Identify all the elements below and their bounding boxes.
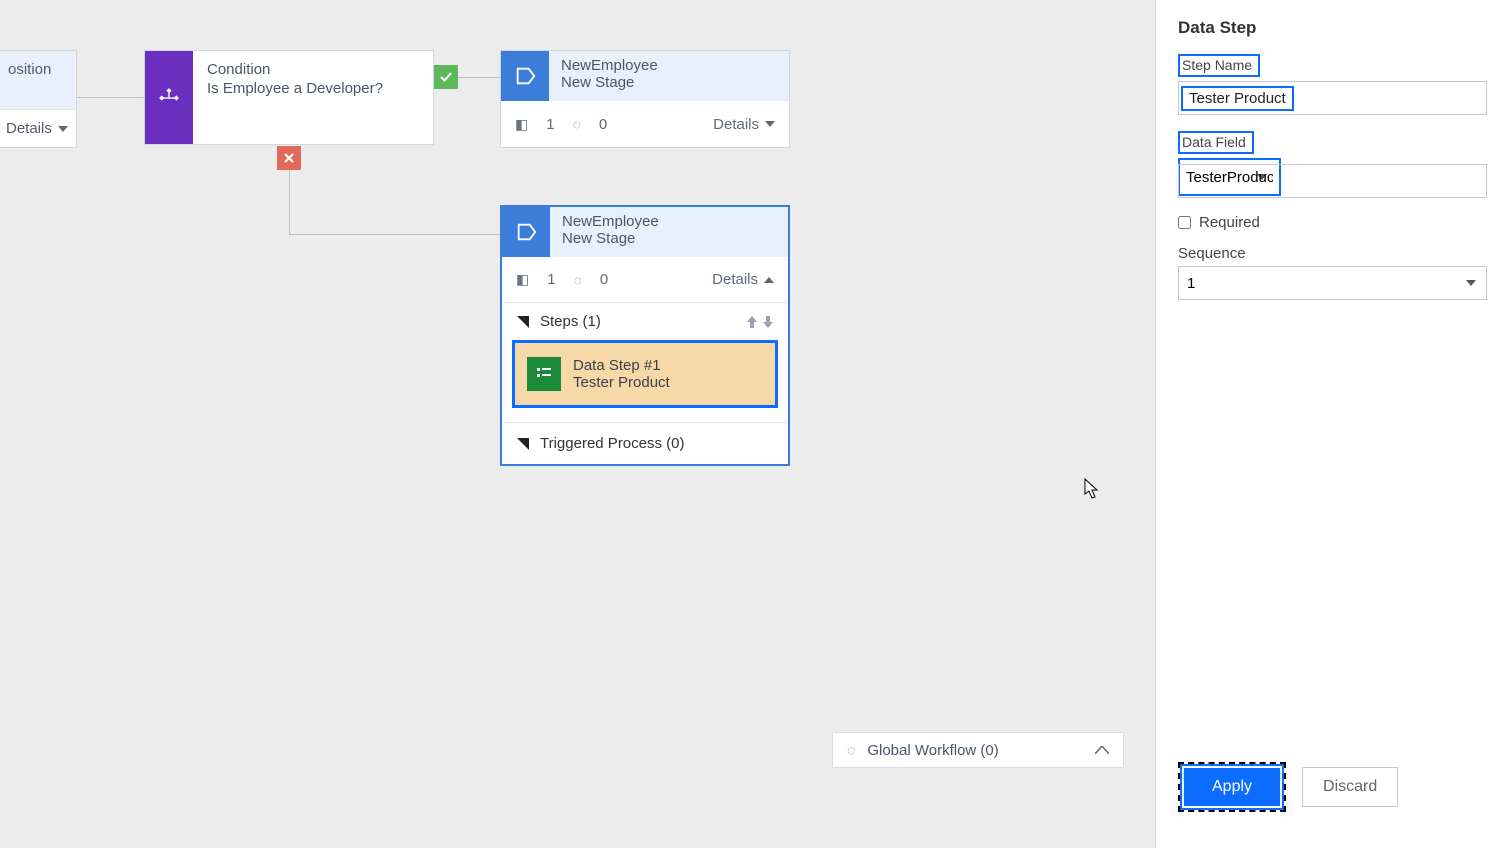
condition-false-badge[interactable] <box>277 146 301 170</box>
steps-count: 1 <box>546 116 554 133</box>
apply-button[interactable]: Apply <box>1184 768 1280 806</box>
condition-icon <box>145 51 193 144</box>
condition-kind: Condition <box>207 61 419 78</box>
details-toggle[interactable]: Details <box>713 116 775 133</box>
stage-name: New Stage <box>561 74 777 91</box>
chevron-up-icon <box>1095 746 1109 754</box>
steps-count-icon: ◧ <box>516 271 529 288</box>
data-step-icon <box>527 357 561 391</box>
data-field-label: Data Field <box>1178 131 1254 154</box>
triggers-count: 0 <box>600 271 608 288</box>
partial-stage-node[interactable]: osition Details <box>0 50 77 148</box>
move-down-icon[interactable] <box>762 315 774 329</box>
triggers-count-icon: ◌ <box>574 272 582 288</box>
sequence-label: Sequence <box>1178 245 1487 262</box>
data-step-subtitle: Tester Product <box>573 374 670 391</box>
required-label: Required <box>1199 214 1260 231</box>
step-name-input[interactable]: Tester Product <box>1178 81 1487 115</box>
condition-question: Is Employee a Developer? <box>207 80 419 97</box>
spinner-icon: ◌ <box>847 742 855 758</box>
connector-line <box>77 97 144 98</box>
chevron-up-icon <box>764 277 774 283</box>
condition-node[interactable]: Condition Is Employee a Developer? <box>144 50 434 145</box>
connector-line <box>458 77 500 78</box>
stage-name: New Stage <box>562 230 776 247</box>
stage-entity: NewEmployee <box>561 57 777 74</box>
discard-button[interactable]: Discard <box>1302 767 1398 807</box>
stage-entity: NewEmployee <box>562 213 776 230</box>
panel-title: Data Step <box>1178 18 1487 38</box>
chevron-down-icon <box>58 126 68 132</box>
steps-header-label: Steps (1) <box>540 313 601 330</box>
stage-node-false-branch[interactable]: NewEmployee New Stage ◧ 1 ◌ 0 Details St… <box>500 205 790 466</box>
data-step-title: Data Step #1 <box>573 357 670 374</box>
condition-true-badge[interactable] <box>434 65 458 89</box>
check-icon <box>439 70 453 84</box>
stage-node-true-branch[interactable]: NewEmployee New Stage ◧ 1 ◌ 0 Details <box>500 50 790 148</box>
collapse-triangle-icon[interactable] <box>516 437 530 451</box>
connector-line <box>289 170 290 235</box>
x-icon <box>283 152 295 164</box>
data-step-card[interactable]: Data Step #1 Tester Product <box>512 340 778 408</box>
mouse-cursor-icon <box>1084 478 1100 500</box>
connector-line <box>289 234 500 235</box>
steps-count-icon: ◧ <box>515 116 528 133</box>
chevron-down-icon <box>765 121 775 127</box>
triggered-process-label: Triggered Process (0) <box>540 435 685 452</box>
partial-stage-title: osition <box>0 51 76 109</box>
stage-icon <box>502 207 550 257</box>
step-name-label: Step Name <box>1178 54 1260 77</box>
move-up-icon[interactable] <box>746 315 758 329</box>
collapse-triangle-icon[interactable] <box>516 315 530 329</box>
stage-icon <box>501 51 549 101</box>
steps-count: 1 <box>547 271 555 288</box>
global-workflow-bar[interactable]: ◌ Global Workflow (0) <box>832 732 1124 768</box>
global-workflow-label: Global Workflow (0) <box>867 742 998 759</box>
triggers-count: 0 <box>599 116 607 133</box>
required-checkbox[interactable] <box>1178 216 1191 229</box>
triggers-count-icon: ◌ <box>573 116 581 132</box>
step-name-value: Tester Product <box>1181 86 1294 111</box>
partial-stage-details[interactable]: Details <box>0 109 76 147</box>
sequence-select[interactable]: 1 <box>1178 266 1487 300</box>
details-toggle[interactable]: Details <box>712 271 774 288</box>
properties-panel: Data Step Step Name Tester Product Data … <box>1155 0 1509 848</box>
